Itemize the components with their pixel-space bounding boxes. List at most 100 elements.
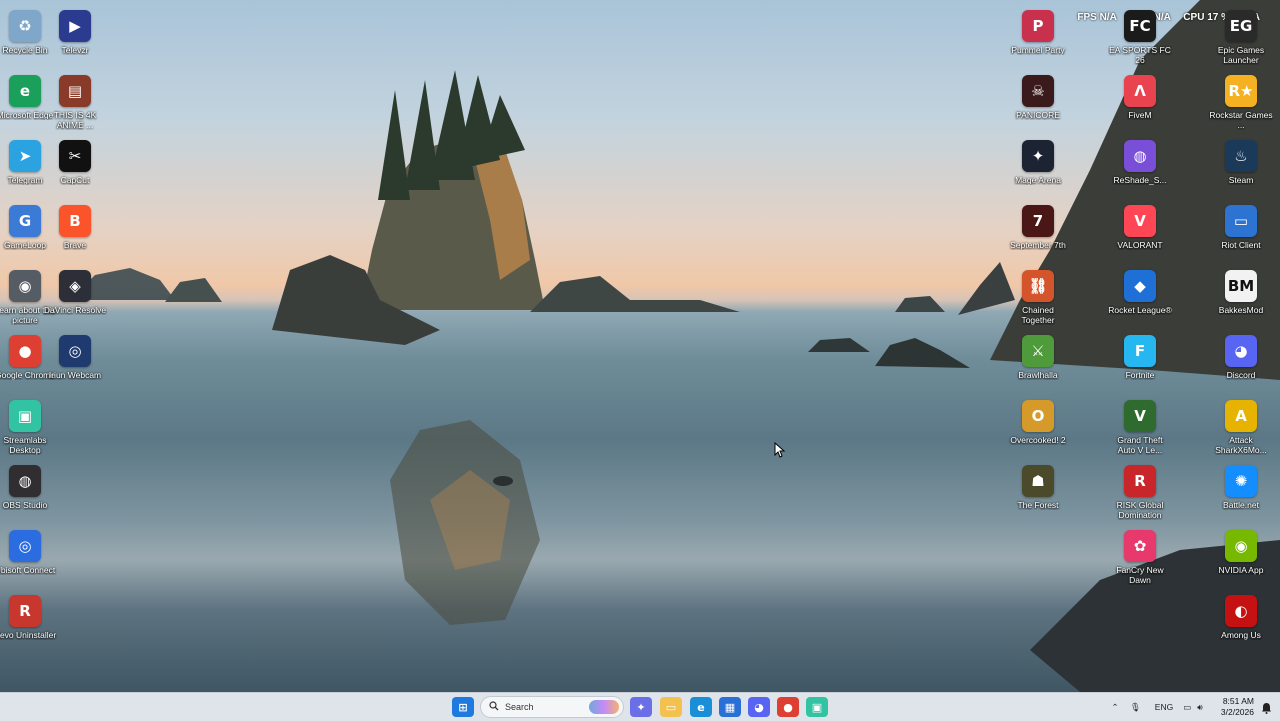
desktop-shortcut[interactable]: F Fortnite: [1108, 329, 1172, 393]
desktop-shortcut-label: NVIDIA App: [1218, 565, 1264, 575]
riot-client-icon: ▭: [1225, 205, 1257, 237]
desktop-shortcut-label: ReShade_S...: [1113, 175, 1167, 185]
desktop-shortcut[interactable]: ✿ FanCry New Dawn: [1108, 524, 1172, 588]
taskbar-search-box[interactable]: Search: [480, 696, 624, 718]
desktop-shortcut[interactable]: Λ FiveM: [1108, 69, 1172, 133]
desktop-shortcut[interactable]: ◆ Rocket League®: [1108, 264, 1172, 328]
file-explorer-icon[interactable]: ▭: [660, 697, 682, 717]
desktop-shortcut[interactable]: R RISK Global Domination: [1108, 459, 1172, 523]
chrome-icon: ●: [9, 335, 41, 367]
pummel-party-icon: P: [1022, 10, 1054, 42]
clock-date: 3/2/2026: [1220, 707, 1254, 717]
the-forest-icon: ☗: [1022, 465, 1054, 497]
desktop-shortcut[interactable]: ◕ Discord: [1209, 329, 1273, 393]
chained-together-icon: ⛓: [1022, 270, 1054, 302]
clock[interactable]: 8:51 AM 3/2/2026: [1221, 696, 1254, 718]
desktop-shortcut-label: DaVinci Resolve: [43, 305, 107, 315]
desktop-shortcut[interactable]: ▶ Televzr: [43, 4, 107, 68]
desktop-shortcut[interactable]: ☗ The Forest: [1006, 459, 1070, 523]
desktop-shortcut[interactable]: ✦ Mage Arena: [1006, 134, 1070, 198]
bakkesmod-icon: BM: [1225, 270, 1257, 302]
microphone-icon[interactable]: 🎙︎: [1130, 702, 1141, 713]
rockstar-games-icon: R★: [1225, 75, 1257, 107]
desktop-shortcut-label: Televzr: [61, 45, 89, 55]
clock-time: 8:51 AM: [1222, 696, 1254, 706]
video-file-icon: ▤: [59, 75, 91, 107]
desktop-shortcut-label: Riot Client: [1221, 240, 1261, 250]
desktop-shortcut[interactable]: ⛓ Chained Together: [1006, 264, 1070, 328]
desktop-shortcut-label: VALORANT: [1117, 240, 1163, 250]
desktop-shortcut[interactable]: ⚔ Brawlhalla: [1006, 329, 1070, 393]
brave-icon: B: [59, 205, 91, 237]
taskbar: Search ⊞ ✦ ▭ e ▦ ◕ ● ▣ ⌃ 🎙︎ ENG ▭ 🔊︎ 8:51 AM 3/…: [0, 692, 1280, 721]
notification-bell-icon[interactable]: [1261, 701, 1272, 714]
discord-icon[interactable]: ◕: [748, 697, 770, 717]
desktop-shortcut[interactable]: B Brave: [43, 199, 107, 263]
desktop-shortcut-label: Brawlhalla: [1018, 370, 1058, 380]
desktop-shortcut-label: Rocket League®: [1108, 305, 1172, 315]
network-icon[interactable]: ▭: [1183, 702, 1191, 713]
desktop-shortcut[interactable]: ♨ Steam: [1209, 134, 1273, 198]
desktop-shortcut[interactable]: ◍ OBS Studio: [0, 459, 57, 523]
camera-icon: ◉: [9, 270, 41, 302]
fortnite-icon: F: [1124, 335, 1156, 367]
desktop-shortcut-label: Grand Theft Auto V Le...: [1117, 435, 1163, 455]
desktop-shortcut-label: The Forest: [1017, 500, 1059, 510]
attack-shark-icon: A: [1225, 400, 1257, 432]
reshade-icon: ◍: [1124, 140, 1156, 172]
desktop-shortcut[interactable]: ◎ Ubisoft Connect: [0, 524, 57, 588]
chrome-icon[interactable]: ●: [777, 697, 799, 717]
desktop-shortcut[interactable]: R Revo Uninstaller: [0, 589, 57, 653]
desktop-shortcut[interactable]: O Overcooked! 2: [1006, 394, 1070, 458]
desktop-shortcut[interactable]: ▣ Streamlabs Desktop: [0, 394, 57, 458]
desktop-shortcut-label: Steam: [1228, 175, 1254, 185]
desktop-shortcut[interactable]: ◍ ReShade_S...: [1108, 134, 1172, 198]
desktop-shortcut[interactable]: ◈ DaVinci Resolve: [43, 264, 107, 328]
recycle-bin-icon: ♻: [9, 10, 41, 42]
desktop-shortcut-label: Battle.net: [1223, 500, 1259, 510]
revo-uninstaller-icon: R: [9, 595, 41, 627]
show-hidden-icons-chevron-icon[interactable]: ⌃: [1108, 702, 1122, 713]
desktop-shortcut[interactable]: ◉ NVIDIA App: [1209, 524, 1273, 588]
edge-icon: e: [9, 75, 41, 107]
volume-icon[interactable]: 🔊︎: [1197, 702, 1202, 713]
desktop-shortcut-label: September 7th: [1010, 240, 1066, 250]
copilot-icon[interactable]: ✦: [630, 697, 652, 717]
desktop-shortcut-label: FanCry New Dawn: [1116, 565, 1164, 585]
overcooked-icon: O: [1022, 400, 1054, 432]
desktop-shortcut[interactable]: V Grand Theft Auto V Le...: [1108, 394, 1172, 458]
desktop-shortcut[interactable]: EG Epic Games Launcher: [1209, 4, 1273, 68]
streamlabs-icon: ▣: [9, 400, 41, 432]
desktop-shortcut[interactable]: ◎ Iriun Webcam: [43, 329, 107, 393]
desktop-shortcut[interactable]: ◐ Among Us: [1209, 589, 1273, 653]
search-highlight-icon: [589, 700, 619, 714]
desktop-shortcut[interactable]: ▤ THIS IS 4K ANIME ...: [43, 69, 107, 133]
language-indicator[interactable]: ENG: [1155, 702, 1173, 712]
webcam-icon: ◎: [59, 335, 91, 367]
desktop-shortcut-label: BakkesMod: [1218, 305, 1264, 315]
desktop-shortcut[interactable]: V VALORANT: [1108, 199, 1172, 263]
desktop-shortcut[interactable]: ▭ Riot Client: [1209, 199, 1273, 263]
desktop-shortcut[interactable]: 7 September 7th: [1006, 199, 1070, 263]
streamlabs-icon[interactable]: ▣: [806, 697, 828, 717]
windows-start-icon[interactable]: ⊞: [452, 697, 474, 717]
microsoft-store-icon[interactable]: ▦: [719, 697, 741, 717]
desktop-shortcut[interactable]: ✂ CapCut: [43, 134, 107, 198]
desktop-shortcut[interactable]: ☠ PANICORE: [1006, 69, 1070, 133]
desktop-shortcut[interactable]: BM BakkesMod: [1209, 264, 1273, 328]
discord-icon: ◕: [1225, 335, 1257, 367]
desktop-shortcut-label: Among Us: [1221, 630, 1261, 640]
ea-sports-fc-icon: FC: [1124, 10, 1156, 42]
desktop-shortcut[interactable]: A Attack SharkX6Mo...: [1209, 394, 1273, 458]
desktop-shortcut[interactable]: FC EA SPORTS FC 26: [1108, 4, 1172, 68]
desktop-shortcut[interactable]: P Pummel Party: [1006, 4, 1070, 68]
desktop-shortcut-label: Attack SharkX6Mo...: [1215, 435, 1267, 455]
risk-icon: R: [1124, 465, 1156, 497]
panicore-icon: ☠: [1022, 75, 1054, 107]
desktop-shortcut-label: Pummel Party: [1011, 45, 1065, 55]
desktop-shortcut-label: Discord: [1226, 370, 1256, 380]
edge-icon[interactable]: e: [690, 697, 712, 717]
desktop-shortcut[interactable]: R★ Rockstar Games ...: [1209, 69, 1273, 133]
desktop-shortcut-label: RISK Global Domination: [1116, 500, 1164, 520]
desktop-shortcut[interactable]: ✺ Battle.net: [1209, 459, 1273, 523]
